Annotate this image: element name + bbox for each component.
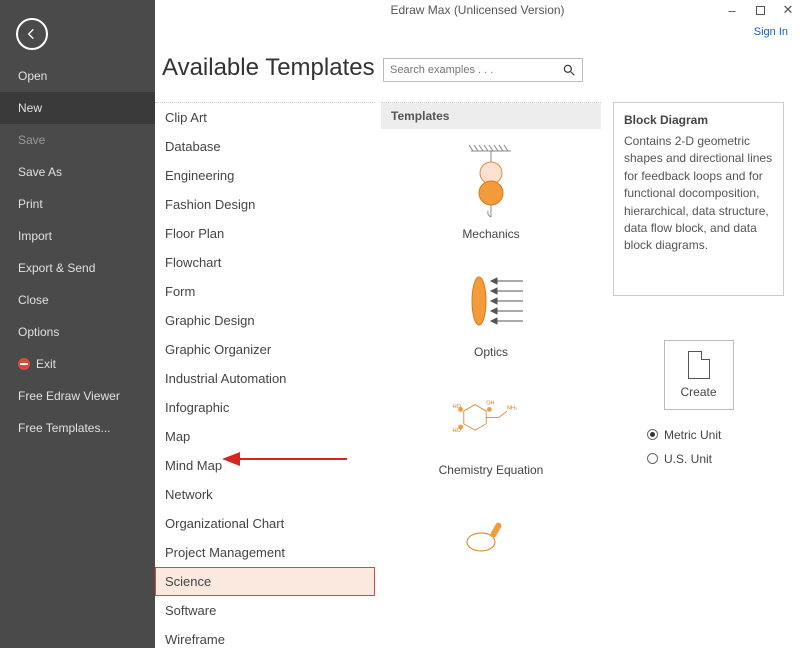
sidebar-item-label: Exit <box>36 357 56 371</box>
category-item[interactable]: Science <box>155 567 375 596</box>
category-item[interactable]: Wireframe <box>155 625 375 648</box>
category-item[interactable]: Infographic <box>155 393 375 422</box>
sidebar-item-import[interactable]: Import <box>0 220 155 252</box>
template-icon <box>451 143 531 223</box>
template-item[interactable] <box>381 483 601 583</box>
category-item[interactable]: Mind Map <box>155 451 375 480</box>
category-item[interactable]: Software <box>155 596 375 625</box>
sidebar-item-label: Save <box>18 133 45 147</box>
sidebar-item-label: Free Edraw Viewer <box>18 389 120 403</box>
template-label: Mechanics <box>462 227 519 241</box>
search-input[interactable] <box>383 58 583 82</box>
sidebar-item-free-templates-[interactable]: Free Templates... <box>0 412 155 444</box>
description-body: Contains 2-D geometric shapes and direct… <box>624 133 773 255</box>
template-icon: HO HO OH NH₂ <box>451 379 531 459</box>
back-button[interactable] <box>16 18 48 50</box>
category-item[interactable]: Network <box>155 480 375 509</box>
category-item[interactable]: Map <box>155 422 375 451</box>
sidebar-item-save-as[interactable]: Save As <box>0 156 155 188</box>
template-item[interactable]: Mechanics <box>381 129 601 247</box>
category-item[interactable]: Engineering <box>155 161 375 190</box>
sign-in-link[interactable]: Sign In <box>754 26 788 38</box>
sidebar-item-close[interactable]: Close <box>0 284 155 316</box>
create-button[interactable]: Create <box>664 340 734 410</box>
metric-unit-radio[interactable]: Metric Unit <box>647 428 784 442</box>
sidebar-item-label: Import <box>18 229 52 243</box>
description-box: Block Diagram Contains 2-D geometric sha… <box>613 102 784 296</box>
create-label: Create <box>680 385 716 399</box>
sidebar-item-label: Close <box>18 293 49 307</box>
sidebar-item-export-send[interactable]: Export & Send <box>0 252 155 284</box>
category-item[interactable]: Fashion Design <box>155 190 375 219</box>
template-item[interactable]: HO HO OH NH₂ Chemistry Equation <box>381 365 601 483</box>
title-bar: Edraw Max (Unlicensed Version) ‒ ✕ <box>155 0 800 12</box>
category-item[interactable]: Graphic Organizer <box>155 335 375 364</box>
new-document-icon <box>688 351 710 379</box>
sidebar-item-label: Free Templates... <box>18 421 110 435</box>
sidebar-item-save[interactable]: Save <box>0 124 155 156</box>
sidebar-item-new[interactable]: New <box>0 92 155 124</box>
template-label: Chemistry Equation <box>439 463 544 477</box>
category-list[interactable]: Clip ArtDatabaseEngineeringFashion Desig… <box>155 103 375 648</box>
template-icon <box>451 497 531 577</box>
radio-label: U.S. Unit <box>664 452 712 466</box>
svg-text:NH₂: NH₂ <box>507 405 517 411</box>
search-icon <box>562 63 576 77</box>
unit-radio-group: Metric Unit U.S. Unit <box>647 428 784 466</box>
templates-header: Templates <box>381 103 601 129</box>
radio-dot-icon <box>647 453 658 464</box>
sidebar-item-exit[interactable]: Exit <box>0 348 155 380</box>
main-content: Edraw Max (Unlicensed Version) ‒ ✕ Sign … <box>155 0 800 648</box>
details-panel: Block Diagram Contains 2-D geometric sha… <box>607 102 790 648</box>
exit-icon <box>18 358 30 370</box>
template-item[interactable]: Optics <box>381 247 601 365</box>
sidebar-item-label: Save As <box>18 165 62 179</box>
templates-column: Templates Mechanics Optics HO HO OH NH₂ Chemis… <box>381 102 601 648</box>
arrow-left-icon <box>24 26 40 42</box>
maximize-button[interactable] <box>752 2 768 18</box>
description-title: Block Diagram <box>624 113 773 127</box>
templates-list[interactable]: Mechanics Optics HO HO OH NH₂ Chemistry Equati… <box>381 129 601 648</box>
search-field[interactable] <box>390 64 562 76</box>
sidebar-item-open[interactable]: Open <box>0 60 155 92</box>
template-label: Optics <box>474 345 508 359</box>
category-item[interactable]: Database <box>155 132 375 161</box>
category-item[interactable]: Organizational Chart <box>155 509 375 538</box>
sidebar-item-options[interactable]: Options <box>0 316 155 348</box>
svg-text:HO: HO <box>453 404 462 410</box>
sidebar-item-print[interactable]: Print <box>0 188 155 220</box>
sidebar-item-free-edraw-viewer[interactable]: Free Edraw Viewer <box>0 380 155 412</box>
window-title: Edraw Max (Unlicensed Version) <box>390 3 564 17</box>
radio-dot-icon <box>647 429 658 440</box>
sidebar-item-label: Options <box>18 325 59 339</box>
sidebar-item-label: New <box>18 101 42 115</box>
radio-label: Metric Unit <box>664 428 721 442</box>
close-button[interactable]: ✕ <box>780 2 796 18</box>
category-item[interactable]: Graphic Design <box>155 306 375 335</box>
minimize-button[interactable]: ‒ <box>724 2 740 18</box>
us-unit-radio[interactable]: U.S. Unit <box>647 452 784 466</box>
category-item[interactable]: Floor Plan <box>155 219 375 248</box>
sidebar-item-label: Print <box>18 197 43 211</box>
sidebar-item-label: Open <box>18 69 47 83</box>
category-item[interactable]: Clip Art <box>155 103 375 132</box>
template-icon <box>451 261 531 341</box>
category-item[interactable]: Industrial Automation <box>155 364 375 393</box>
category-item[interactable]: Form <box>155 277 375 306</box>
svg-text:HO: HO <box>453 428 462 434</box>
svg-text:OH: OH <box>486 401 494 407</box>
category-item[interactable]: Project Management <box>155 538 375 567</box>
page-title: Available Templates <box>162 54 375 82</box>
category-item[interactable]: Flowchart <box>155 248 375 277</box>
category-list-container: Clip ArtDatabaseEngineeringFashion Desig… <box>155 102 375 648</box>
file-menu-sidebar: Open New Save Save As Print Import Export & Se… <box>0 0 155 648</box>
sidebar-item-label: Export & Send <box>18 261 95 275</box>
